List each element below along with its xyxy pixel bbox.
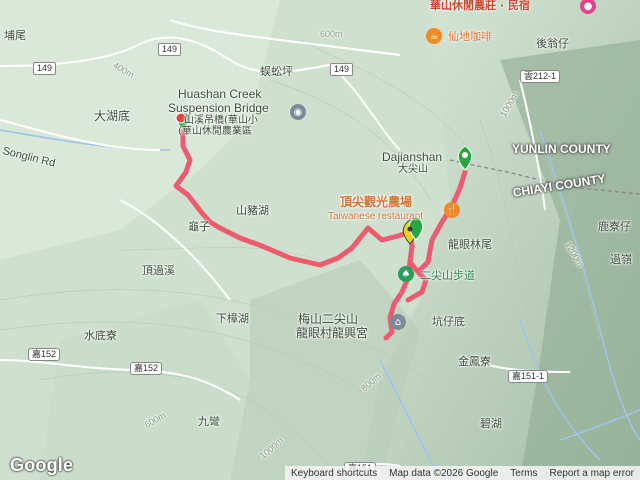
label-farm-en: Taiwanese restaurant (328, 211, 424, 222)
label-huashan-bridge-zh2: (華山休閒農業區 (178, 126, 252, 137)
park-icon[interactable]: ♠ (398, 266, 414, 282)
elevation-label: 600m (320, 29, 343, 39)
label-dingguoxi: 頂過溪 (142, 264, 175, 277)
label-dahudi: 大湖底 (94, 109, 131, 123)
keyboard-shortcuts-link[interactable]: Keyboard shortcuts (285, 468, 383, 479)
label-huashan-bridge-zh1: 山溪吊橋(華山小 (184, 115, 258, 126)
label-houengzai: 後翁仔 (536, 37, 569, 50)
label-guoling: 過嶺 (610, 253, 632, 266)
report-error-link[interactable]: Report a map error (544, 468, 640, 479)
label-xiazhangu: 下樟湖 (216, 312, 249, 325)
label-wugongping: 蜈蚣坪 (260, 65, 293, 78)
cafe-icon[interactable]: ☕ (426, 28, 442, 44)
label-yunlin-county: YUNLIN COUNTY (512, 142, 611, 156)
label-xiandi-cafe[interactable]: 仙地咖啡 (448, 31, 492, 42)
label-farm-zh[interactable]: 頂尖觀光農場 (340, 196, 412, 208)
label-jinfengliao: 金鳳寮 (458, 355, 491, 368)
label-puwei: 埔尾 (4, 29, 26, 42)
road-shield-149: 149 (33, 62, 57, 75)
label-shanzhuhu: 山豬湖 (236, 204, 269, 217)
marker-dajianshan (457, 145, 473, 171)
road-shield-151-1: 嘉151-1 (508, 370, 549, 383)
label-temple-2[interactable]: 龍眼村龍興宮 (296, 327, 368, 339)
label-huashan-bridge-en1[interactable]: Huashan Creek (178, 88, 261, 100)
label-guikeng: 龜子 (188, 220, 210, 233)
google-logo: Google (10, 455, 74, 475)
road-shield-152: 嘉152 (28, 348, 61, 361)
label-shuidiliao: 水底寮 (84, 329, 117, 342)
temple-icon[interactable]: ⌂ (390, 314, 406, 330)
label-top-header[interactable]: 華山休閒農莊 · 民宿 (430, 0, 530, 11)
landmark-icon[interactable]: ◉ (290, 104, 306, 120)
label-bihu: 碧湖 (480, 417, 502, 430)
map-data-text: Map data ©2026 Google (389, 467, 499, 479)
label-longyanlinwei: 龍眼林尾 (448, 238, 492, 251)
restaurant-icon[interactable]: 🍴 (444, 202, 460, 218)
attribution-bar: Keyboard shortcuts Map data ©2026 Google… (284, 466, 640, 480)
label-jiuwan: 九彎 (198, 415, 220, 428)
label-huashan-bridge-en2[interactable]: Suspension Bridge (168, 102, 269, 114)
label-temple-1[interactable]: 梅山二尖山 (298, 313, 358, 325)
label-dajianshan-zh: 大尖山 (398, 164, 428, 175)
road-shield-149: 149 (330, 63, 354, 76)
road-shield-152: 嘉152 (130, 362, 163, 375)
terms-link[interactable]: Terms (504, 468, 543, 479)
label-erjianshan-trail[interactable]: 二尖山步道 (420, 270, 475, 281)
map-canvas[interactable]: ☕ 🍴 ◉ ⌂ ♠ ● 華山休閒農莊 · 民宿 埔尾 大湖底 Songlin R… (0, 0, 640, 480)
road-shield-149: 149 (158, 43, 182, 56)
label-dajianshan-en[interactable]: Dajianshan (382, 151, 442, 163)
label-kengzaidi: 坑仔底 (432, 315, 465, 328)
road-shield-212: 雲212-1 (520, 70, 561, 83)
label-luzhaizai: 鹿寮仔 (598, 220, 631, 233)
